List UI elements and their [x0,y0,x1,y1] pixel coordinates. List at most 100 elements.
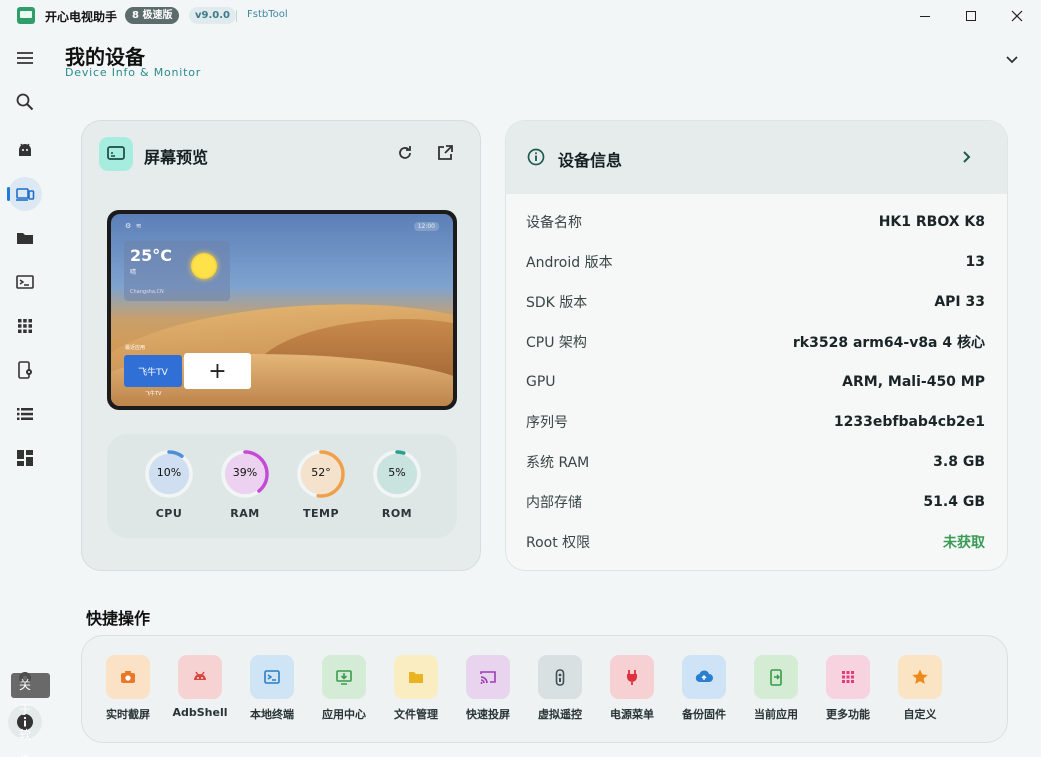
device-info-card: 设备信息 设备名称 HK1 RBOX K8 Android 版本 13 SDK 版本 AP… [505,120,1008,571]
quick-action-tile[interactable] [754,655,798,699]
device-info-label: SDK 版本 [526,295,588,311]
maximize-button[interactable] [948,0,994,32]
more-grid-icon [842,671,854,683]
sidebar-item-dashboard[interactable] [8,441,42,475]
sidebar-item-list[interactable] [8,397,42,431]
folder-icon [17,233,33,244]
device-info-value: API 33 [934,294,985,310]
gauge-label: CPU [155,507,183,520]
device-info-row: Root 权限 未获取 [526,532,985,552]
quick-action-tile[interactable] [178,655,222,699]
quick-action-current-app[interactable]: 当前应用 [743,655,809,722]
device-info-row: 设备名称 HK1 RBOX K8 [526,212,985,232]
refresh-button[interactable] [393,141,417,165]
weather-temperature: 25°C [130,246,173,265]
resource-gauges: 10% CPU 39% RAM 52° TEMP 5% ROM [107,434,457,538]
terminal-icon [16,275,34,289]
sidebar-item-apps[interactable] [8,309,42,343]
quick-action-power-plug[interactable]: 电源菜单 [599,655,665,722]
quick-action-android[interactable]: AdbShell [167,655,233,719]
title-bar: 开心电视助手 8 极速版 v9.0.0 FstbTool [0,0,1041,32]
sidebar-item-files[interactable] [8,221,42,255]
remote-icon [555,669,565,686]
quick-action-tile[interactable] [538,655,582,699]
weather-description: 晴 [130,269,137,276]
device-info-row: GPU ARM, Mali-450 MP [526,372,985,392]
quick-action-tile[interactable] [826,655,870,699]
quick-action-label: 实时截屏 [106,708,150,721]
close-button[interactable] [994,0,1040,32]
dashboard-icon [17,450,33,466]
sidebar-item-adb[interactable] [8,133,42,167]
quick-action-tile[interactable] [898,655,942,699]
quick-action-tile[interactable] [250,655,294,699]
quick-action-label: 虚拟遥控 [538,708,582,721]
quick-action-cast[interactable]: 快速投屏 [455,655,521,722]
quick-action-tile[interactable] [394,655,438,699]
quick-action-tile[interactable] [466,655,510,699]
device-info-value: 51.4 GB [923,494,985,510]
quick-action-label: 本地终端 [250,708,294,721]
gauge-value: 5% [388,466,406,479]
power-plug-icon [627,670,637,685]
device-info-title: 设备信息 [558,151,623,170]
device-info-value: rk3528 arm64-v8a 4 核心 [792,335,985,351]
gauge-label: RAM [230,507,260,520]
screen-preview-title: 屏幕预览 [144,148,209,167]
quick-action-label: 快速投屏 [466,708,510,721]
quick-action-star[interactable]: 自定义 [887,655,953,722]
quick-action-cloud-upload[interactable]: 备份固件 [671,655,737,722]
app-title: 开心电视助手 [45,10,118,24]
device-info-row: SDK 版本 API 33 [526,292,985,312]
minimize-button[interactable] [902,0,948,32]
gauge-label: TEMP [302,507,340,520]
app-settings-icon [18,361,32,379]
device-info-value: 1233ebfbab4cb2e1 [833,414,985,430]
sidebar-item-devices[interactable] [7,177,42,211]
quick-actions-title: 快捷操作 [86,609,151,628]
sidebar-item-search[interactable] [8,85,42,119]
collapse-button[interactable] [1000,49,1024,71]
quick-action-terminal[interactable]: 本地终端 [239,655,305,722]
quick-action-tile[interactable] [610,655,654,699]
screen-clock: 12:00 [413,222,439,231]
device-info-label: Root 权限 [526,535,591,551]
gauge-value: 10% [156,466,182,479]
page-subtitle: Device Info & Monitor [65,66,202,79]
apps-grid-icon [18,319,32,333]
device-info-row: CPU 架构 rk3528 arm64-v8a 4 核心 [526,332,985,352]
quick-action-folder[interactable]: 文件管理 [383,655,449,722]
gauge-ram: 39% RAM [218,447,272,520]
tv-screen-icon [107,146,125,160]
quick-action-tile[interactable] [322,655,366,699]
open-external-button[interactable] [433,141,457,165]
quick-action-tile[interactable] [682,655,726,699]
title-divider [236,10,237,22]
quick-action-more-grid[interactable]: 更多功能 [815,655,881,722]
device-info-label: GPU [526,374,556,390]
device-info-value: 3.8 GB [933,454,985,470]
device-info-value: 13 [965,254,985,270]
device-info-header[interactable]: 设备信息 [506,121,1007,194]
refresh-icon [399,146,411,159]
quick-action-remote[interactable]: 虚拟遥控 [527,655,593,722]
quick-action-tile[interactable] [106,655,150,699]
device-screen-preview[interactable]: ⚙ ≋ 12:00 25°C 晴 Changsha,CN 最近应用 飞牛TV +… [107,210,457,410]
sidebar-item-app-settings[interactable] [8,353,42,387]
sidebar-item-terminal[interactable] [8,265,42,299]
sidebar-menu-button[interactable] [8,41,42,75]
sidebar: 关于软件 [0,32,50,757]
quick-action-install[interactable]: 应用中心 [311,655,377,722]
device-info-label: 序列号 [526,415,568,431]
version-badge: v9.0.0 [189,7,236,24]
app-logo-icon [17,7,35,24]
device-info-row: 序列号 1233ebfbab4cb2e1 [526,412,985,432]
gauge-value: 39% [232,466,258,479]
quick-action-label: 文件管理 [394,708,438,721]
camera-icon [121,671,135,683]
android-icon [194,671,206,680]
current-app-icon [770,669,782,686]
search-icon [16,93,34,111]
chevron-right-icon [963,151,971,163]
quick-action-camera[interactable]: 实时截屏 [95,655,161,722]
